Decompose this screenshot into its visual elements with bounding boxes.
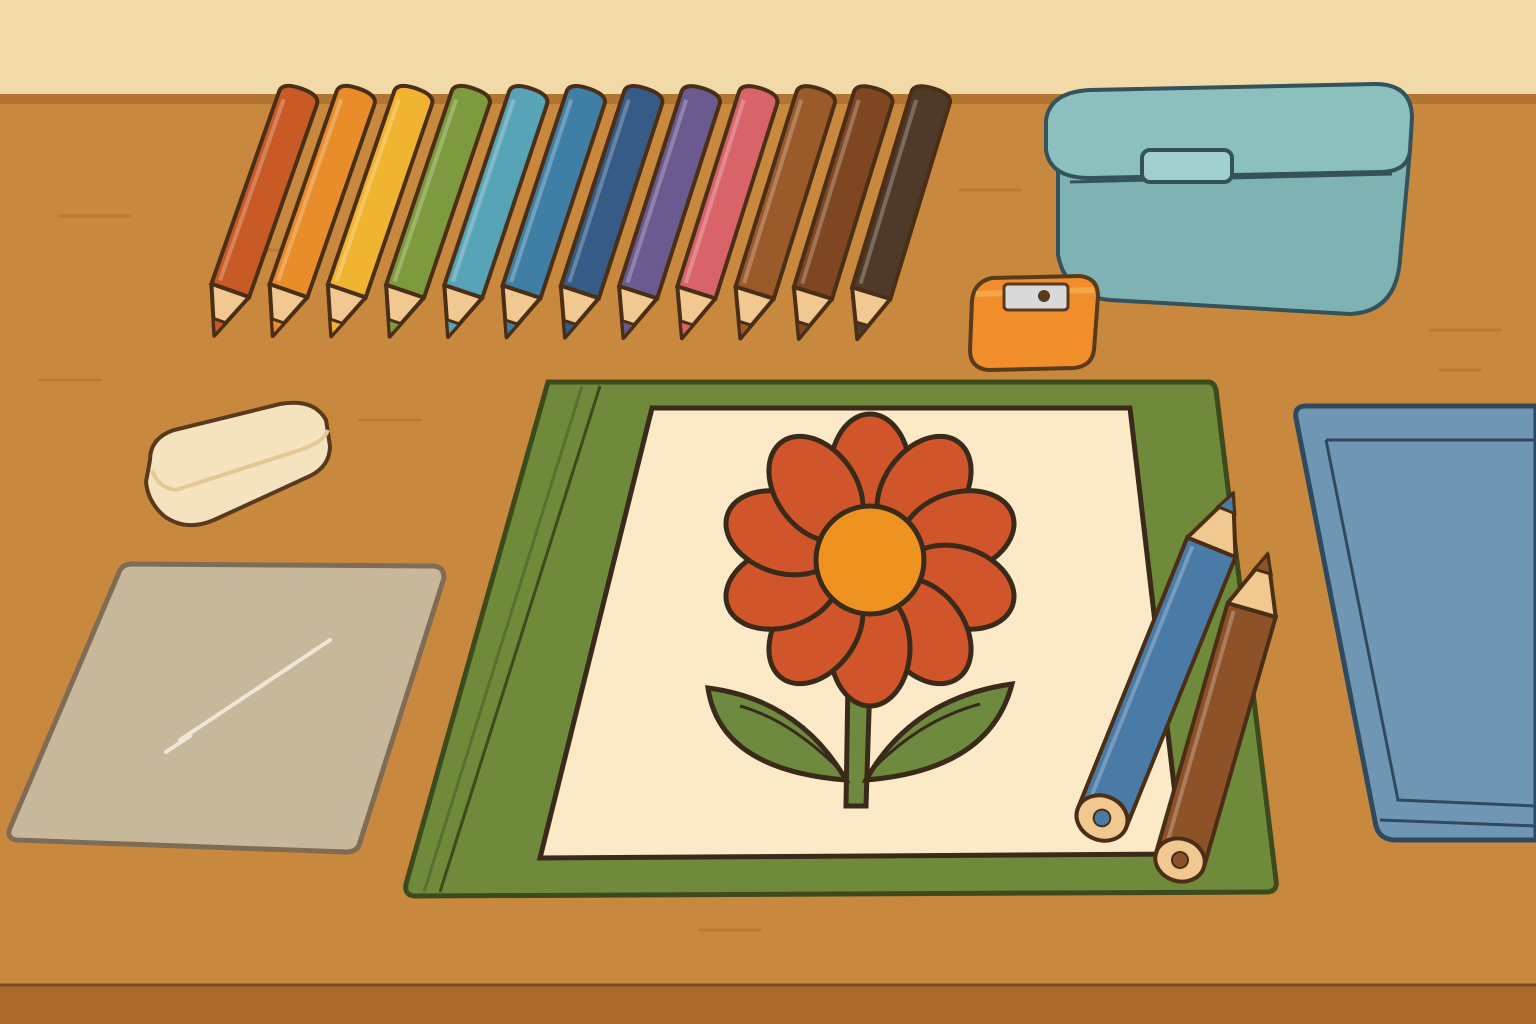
pencil-case-latch[interactable] — [1140, 148, 1234, 184]
pencil-case[interactable] — [1044, 81, 1415, 317]
flower-center — [813, 503, 927, 617]
scene-canvas — [0, 0, 1536, 1024]
desk-illustration — [0, 0, 1536, 1024]
sharpener[interactable] — [967, 273, 1101, 373]
desk-front-edge — [0, 985, 1536, 1024]
